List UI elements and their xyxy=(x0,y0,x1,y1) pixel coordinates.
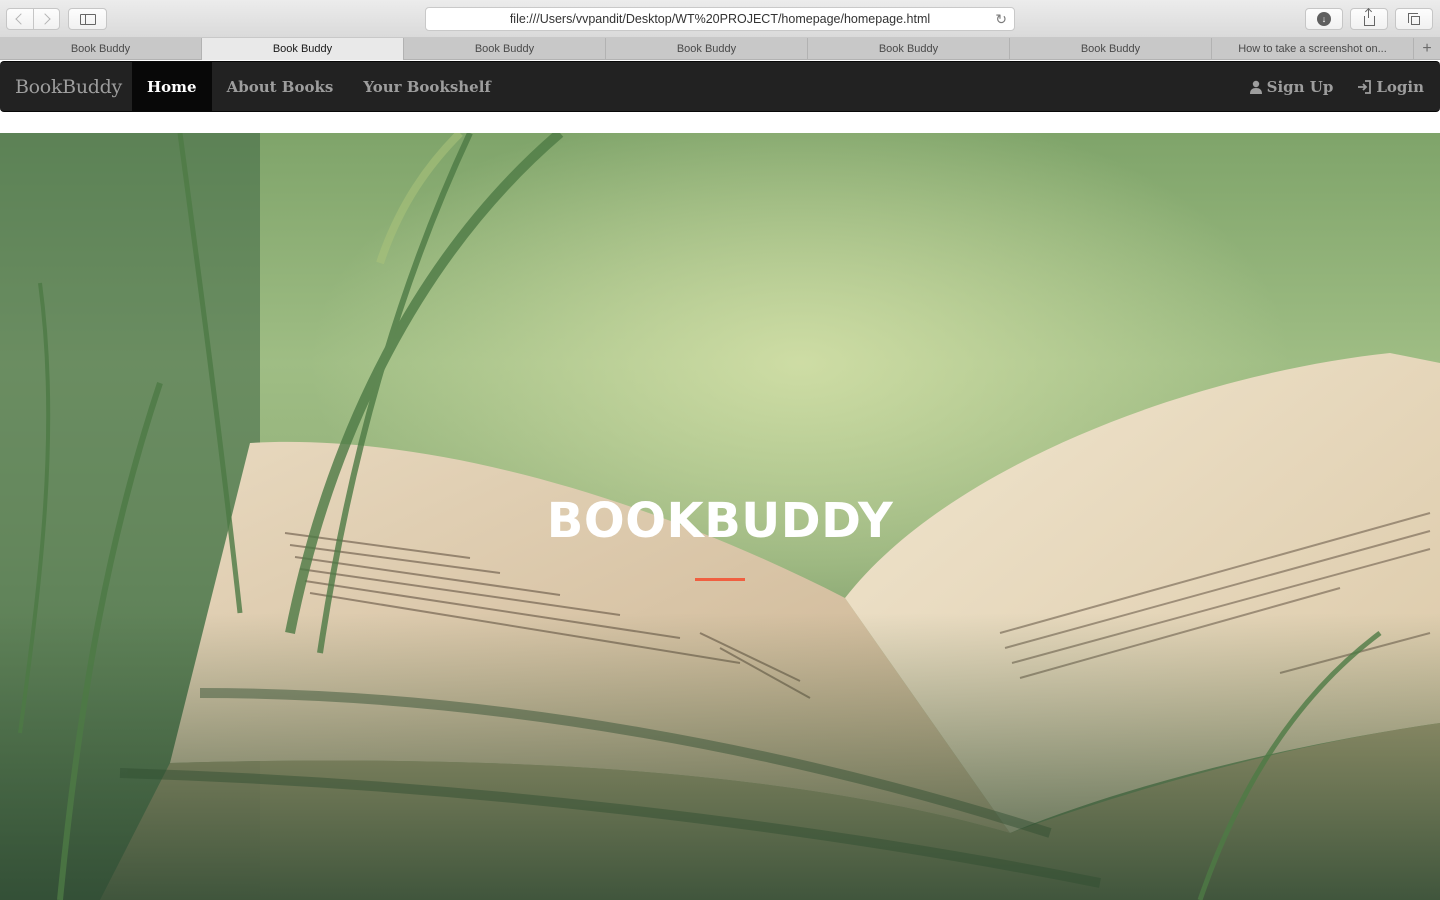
nav-about-books[interactable]: About Books xyxy=(212,62,349,111)
browser-tab[interactable]: Book Buddy xyxy=(0,38,202,60)
browser-tab-active[interactable]: Book Buddy xyxy=(202,38,404,60)
browser-tab[interactable]: Book Buddy xyxy=(808,38,1010,60)
nav-home[interactable]: Home xyxy=(132,62,212,111)
browser-tab[interactable]: Book Buddy xyxy=(404,38,606,60)
tab-label: Book Buddy xyxy=(474,43,535,55)
back-button[interactable] xyxy=(7,9,33,29)
chevron-left-icon xyxy=(15,13,28,25)
sidebar-icon xyxy=(79,13,96,25)
nav-right: Sign Up Login xyxy=(1237,62,1436,111)
nav-sign-up[interactable]: Sign Up xyxy=(1237,62,1346,111)
nav-login[interactable]: Login xyxy=(1345,62,1436,111)
address-url: file:///Users/vvpandit/Desktop/WT%20PROJ… xyxy=(509,12,931,26)
browser-toolbar: file:///Users/vvpandit/Desktop/WT%20PROJ… xyxy=(0,0,1440,38)
tab-label: Book Buddy xyxy=(878,43,939,55)
forward-button[interactable] xyxy=(32,9,59,29)
tab-overview-button[interactable] xyxy=(1395,8,1433,30)
hero-section: BOOKBUDDY xyxy=(0,133,1440,900)
share-icon xyxy=(1363,9,1375,26)
login-label: Login xyxy=(1376,77,1424,96)
nav-links: Home About Books Your Bookshelf xyxy=(132,62,506,111)
tab-label: Book Buddy xyxy=(272,43,333,55)
tabs-icon xyxy=(1408,13,1420,25)
tab-label: Book Buddy xyxy=(1080,43,1141,55)
hero-divider xyxy=(695,578,745,581)
tab-strip: Book Buddy Book Buddy Book Buddy Book Bu… xyxy=(0,38,1440,60)
site-navbar: BookBuddy Home About Books Your Bookshel… xyxy=(0,61,1440,112)
browser-tab[interactable]: Book Buddy xyxy=(1010,38,1212,60)
hero-title: BOOKBUDDY xyxy=(546,493,894,549)
plus-icon: + xyxy=(1422,40,1432,57)
share-button[interactable] xyxy=(1350,8,1388,30)
browser-tab[interactable]: Book Buddy xyxy=(606,38,808,60)
tab-label: Book Buddy xyxy=(676,43,737,55)
download-icon: ↓ xyxy=(1317,12,1331,26)
browser-tab[interactable]: How to take a screenshot on... xyxy=(1212,38,1414,60)
tab-label: Book Buddy xyxy=(70,43,131,55)
sign-up-label: Sign Up xyxy=(1266,77,1334,96)
downloads-button[interactable]: ↓ xyxy=(1305,8,1343,30)
chevron-right-icon xyxy=(39,13,51,25)
new-tab-button[interactable]: + xyxy=(1414,38,1440,60)
back-forward-group xyxy=(6,8,60,30)
user-icon xyxy=(1249,80,1262,94)
login-icon xyxy=(1358,79,1372,94)
brand-link[interactable]: BookBuddy xyxy=(15,62,122,111)
nav-your-bookshelf[interactable]: Your Bookshelf xyxy=(348,62,506,111)
address-bar[interactable]: file:///Users/vvpandit/Desktop/WT%20PROJ… xyxy=(425,7,1015,31)
tab-label: How to take a screenshot on... xyxy=(1238,43,1387,55)
sidebar-toggle-button[interactable] xyxy=(68,8,107,30)
reload-icon[interactable]: ↻ xyxy=(995,12,1007,26)
